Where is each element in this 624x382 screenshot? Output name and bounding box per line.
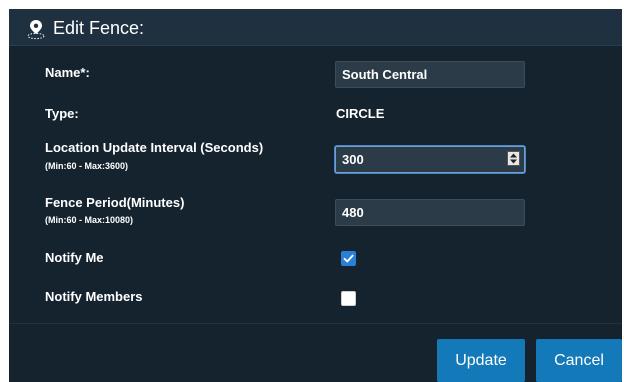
- update-button[interactable]: Update: [437, 339, 525, 382]
- interval-hint: (Min:60 - Max:3600): [45, 161, 129, 171]
- edit-fence-dialog: Edit Fence: Name*: South Central Type: C…: [9, 9, 622, 382]
- notify-me-label: Notify Me: [45, 250, 104, 265]
- interval-label: Location Update Interval (Seconds): [45, 140, 264, 155]
- dialog-title: Edit Fence:: [53, 18, 145, 38]
- notify-members-checkbox[interactable]: [341, 291, 356, 306]
- period-hint: (Min:60 - Max:10080): [45, 215, 134, 225]
- footer-divider: [9, 323, 622, 324]
- interval-value: 300: [342, 152, 364, 167]
- dialog-titlebar: Edit Fence:: [9, 9, 622, 46]
- period-label: Fence Period(Minutes): [45, 195, 185, 210]
- interval-stepper[interactable]: 300: [335, 146, 525, 173]
- checkmark-icon: [343, 254, 354, 263]
- stepper-arrows-icon[interactable]: [507, 151, 520, 166]
- type-label: Type:: [45, 106, 79, 121]
- notify-me-checkbox[interactable]: [341, 251, 356, 266]
- type-value: CIRCLE: [336, 106, 385, 121]
- name-label: Name*:: [45, 65, 90, 80]
- period-field[interactable]: 480: [335, 199, 525, 226]
- map-pin-icon: [25, 18, 47, 40]
- name-field[interactable]: South Central: [335, 61, 525, 88]
- cancel-button[interactable]: Cancel: [536, 339, 622, 382]
- notify-members-label: Notify Members: [45, 289, 143, 304]
